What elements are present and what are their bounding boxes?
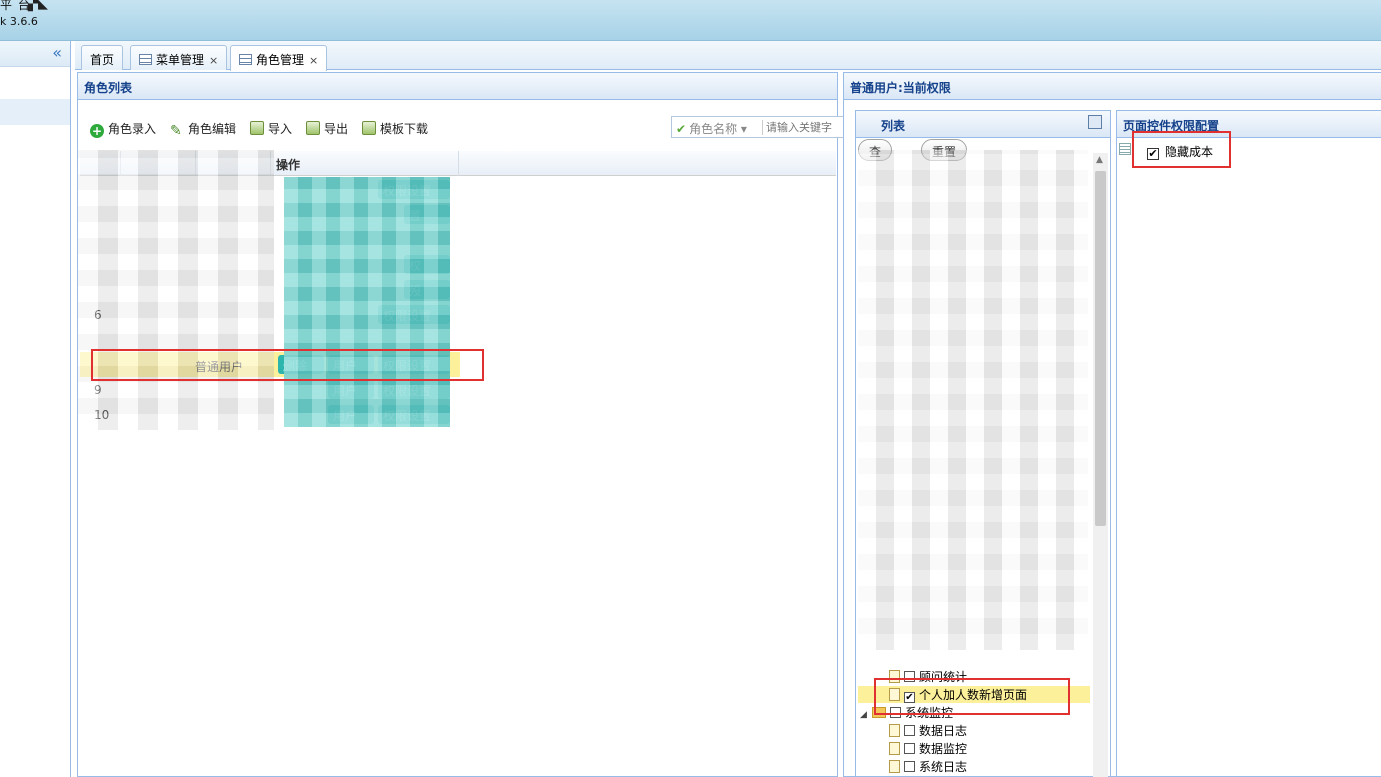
left-nav: « — [0, 41, 71, 777]
tab-label: 菜单管理 — [156, 53, 205, 67]
export-icon — [306, 121, 320, 135]
annotation-box — [1132, 131, 1231, 168]
search-field-select[interactable]: ✔ 角色名称 ▾ — [676, 120, 747, 137]
table-icon — [139, 54, 152, 65]
brand-version: k 3.6.6 — [0, 15, 38, 28]
list-icon — [1119, 143, 1131, 155]
check-icon: ✔ — [676, 122, 687, 136]
tree-title: 列表 — [856, 111, 1110, 138]
tree-node[interactable]: 数据日志 — [889, 722, 967, 739]
tree-node-label: 数据日志 — [919, 724, 968, 738]
edit-role-button[interactable]: ✎ 角色编辑 — [170, 120, 236, 138]
file-icon — [889, 724, 900, 737]
divider — [458, 151, 459, 176]
close-icon[interactable]: × — [309, 54, 318, 67]
control-config-panel: 页面控件权限配置 — [1116, 110, 1381, 777]
expand-icon[interactable]: ◢ — [860, 710, 872, 720]
role-toolbar: +角色录入 ✎角色编辑 导入 导出 模板下载 ✔角色名称 ▾ ⌕ — [80, 113, 912, 145]
import-icon — [250, 121, 264, 135]
tree-node[interactable]: 数据监控 — [889, 740, 967, 757]
checkbox[interactable] — [904, 725, 915, 736]
import-button[interactable]: 导入 — [250, 120, 292, 137]
tab-role-management[interactable]: 角色管理 × — [230, 45, 328, 71]
annotation-box — [91, 349, 484, 381]
button-label: 角色录入 — [108, 122, 157, 136]
tab-menu-management[interactable]: 菜单管理 × — [130, 45, 228, 70]
add-icon: + — [90, 124, 104, 138]
scroll-thumb[interactable] — [1095, 171, 1106, 526]
search-field-label: 角色名称 — [689, 122, 738, 136]
logo-icon: ▞◣ — [28, 0, 48, 12]
file-icon — [889, 760, 900, 773]
checkbox[interactable] — [904, 743, 915, 754]
export-button[interactable]: 导出 — [306, 120, 348, 137]
button-label: 导入 — [268, 122, 293, 136]
permission-title: 普通用户:当前权限 — [844, 73, 1381, 100]
tree-node-label: 数据监控 — [919, 742, 968, 756]
tab-bar: 首页 菜单管理 × 角色管理 × — [75, 41, 1381, 71]
tree-node-label: 系统日志 — [919, 760, 968, 774]
annotation-box — [874, 678, 1070, 715]
close-icon[interactable]: × — [209, 54, 218, 67]
scroll-up-icon[interactable]: ▲ — [1096, 155, 1103, 165]
file-icon — [889, 742, 900, 755]
app-header: 平 台 k 3.6.6 ▞◣ — [0, 0, 1381, 41]
ops-column-header: 操作 — [276, 158, 301, 172]
download-icon — [362, 121, 376, 135]
save-icon[interactable] — [1088, 115, 1102, 129]
redacted-area — [858, 150, 1088, 650]
button-label: 模板下载 — [380, 122, 429, 136]
tab-label: 首页 — [90, 53, 115, 67]
divider — [762, 120, 763, 135]
tree-scrollbar[interactable]: ▲ — [1093, 153, 1108, 777]
pencil-icon: ✎ — [170, 123, 182, 139]
add-role-button[interactable]: + 角色录入 — [90, 120, 156, 138]
role-list-title: 角色列表 — [78, 73, 837, 100]
redacted-area — [78, 150, 274, 430]
redacted-area — [284, 177, 450, 427]
collapse-icon[interactable]: « — [52, 43, 62, 62]
button-label: 导出 — [324, 122, 349, 136]
button-label: 角色编辑 — [188, 122, 237, 136]
tab-label: 角色管理 — [256, 53, 305, 67]
tab-home[interactable]: 首页 — [81, 45, 124, 70]
table-icon — [239, 54, 252, 65]
checkbox[interactable] — [904, 761, 915, 772]
template-download-button[interactable]: 模板下载 — [362, 120, 428, 137]
left-nav-selected-item[interactable] — [0, 99, 70, 125]
tree-node[interactable]: 系统日志 — [889, 758, 967, 775]
